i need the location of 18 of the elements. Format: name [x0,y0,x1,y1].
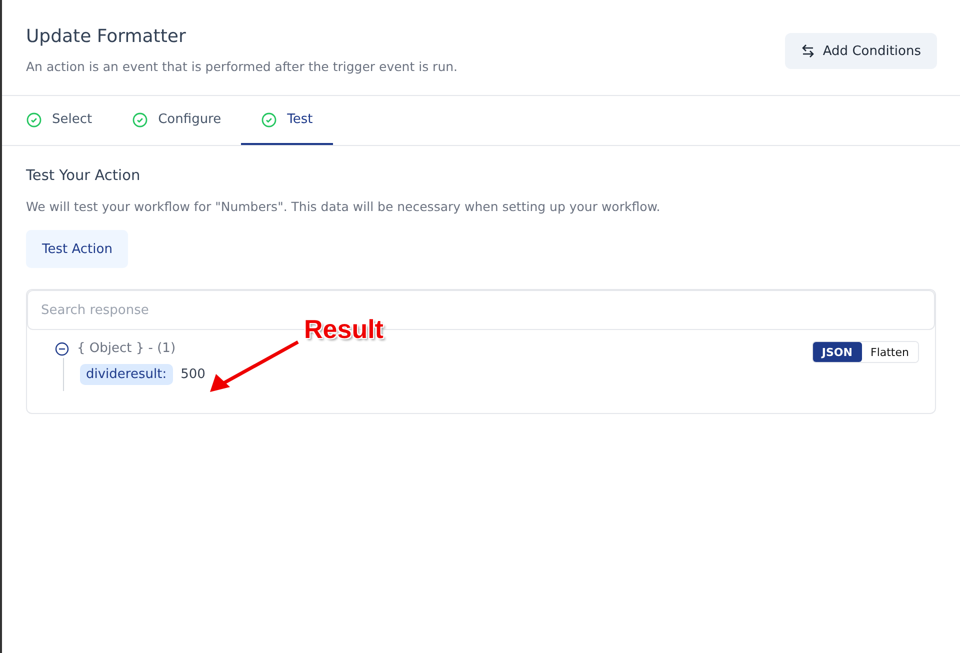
page-title: Update Formatter [26,26,187,47]
step-tab[interactable]: Configure [132,96,242,145]
object-label: { Object } - (1) [77,341,176,356]
property-value: 500 [180,367,206,382]
check-circle-icon [132,112,148,128]
section-description: We will test your workflow for "Numbers". This data will be necessary when setting up your workflow. [26,199,662,214]
check-circle-icon [26,112,42,128]
section-title: Test Your Action [26,168,142,184]
step-tab[interactable]: Test [241,96,333,145]
add-conditions-button[interactable]: Add Conditions [784,33,937,69]
swap-arrows-icon [800,44,815,58]
page-subtitle: An action is an event that is performed after the trigger event is run. [26,59,458,74]
view-option[interactable]: JSON [812,342,862,362]
test-action-button[interactable]: Test Action [26,230,128,268]
collapse-icon[interactable] [55,342,69,356]
check-circle-icon [261,112,278,128]
property-key: divideresult: [80,364,173,385]
step-tab[interactable]: Select [26,96,112,145]
